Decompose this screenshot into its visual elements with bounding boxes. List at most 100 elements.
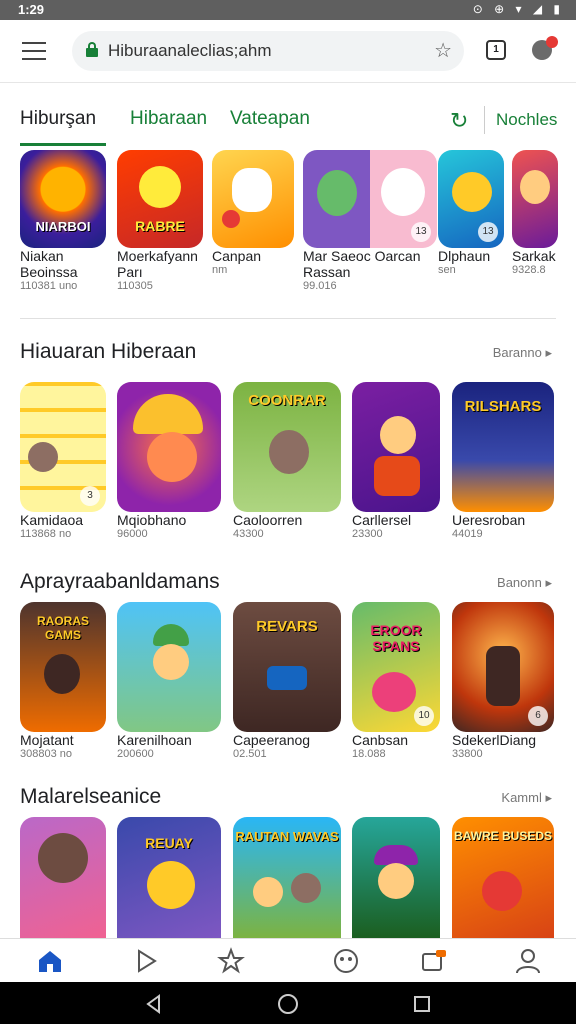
profile-avatar[interactable] xyxy=(532,36,558,60)
address-bar[interactable]: Hiburaanaleclias;ahm ☆ xyxy=(72,31,464,71)
app-icon[interactable]: 6 xyxy=(452,602,554,732)
app-meta: 33800 xyxy=(452,748,483,760)
app-icon[interactable]: 13 xyxy=(303,150,437,248)
app-card[interactable]: NIARBOI Niakan Beoinssa 110381 uno xyxy=(20,150,106,292)
app-meta: 113868 no xyxy=(20,528,72,540)
character-face xyxy=(232,168,272,212)
game-controller-icon[interactable] xyxy=(332,947,360,975)
app-icon[interactable]: RABRE xyxy=(117,150,203,248)
app-subname: Parı xyxy=(117,264,143,280)
app-subname: Rassan xyxy=(303,264,351,280)
app-icon[interactable]: BAWRE BUSEDS xyxy=(452,817,554,938)
hat-shape xyxy=(153,624,189,646)
star-icon[interactable] xyxy=(217,947,245,975)
app-icon[interactable] xyxy=(352,817,440,938)
app-card[interactable]: 13 Mar Saeoc Oarcan Rassan 99.016 xyxy=(303,150,437,292)
app-meta: 9328.8 xyxy=(512,264,546,276)
section-more-link[interactable]: Banonn ▸ xyxy=(497,575,552,591)
app-card[interactable]: COONRAR Caoloorren 43300 xyxy=(233,382,341,540)
app-name: Kamidaoa xyxy=(20,512,84,528)
app-icon[interactable] xyxy=(512,150,558,248)
app-card[interactable]: REUAY xyxy=(117,817,221,938)
home-icon[interactable] xyxy=(36,947,64,975)
app-icon[interactable]: RILSHARS xyxy=(452,382,554,512)
app-meta: 18.088 xyxy=(352,748,386,760)
section-more-link[interactable]: Kamml ▸ xyxy=(501,790,552,806)
app-subname: Beoinssa xyxy=(20,264,78,280)
app-card[interactable] xyxy=(20,817,106,938)
app-icon[interactable]: NIARBOI xyxy=(20,150,106,248)
app-meta: 02.501 xyxy=(233,748,267,760)
app-icon[interactable]: RAUTAN WAVAS xyxy=(233,817,341,938)
app-card[interactable]: Mqiobhano 96000 xyxy=(117,382,221,540)
app-name: Canpan xyxy=(212,248,262,264)
account-icon[interactable] xyxy=(514,947,542,975)
app-icon[interactable]: EROOR SPANS 10 xyxy=(352,602,440,732)
system-navigation-bar xyxy=(0,982,576,1024)
app-card[interactable]: BAWRE BUSEDS xyxy=(452,817,554,938)
tab-hibursan[interactable]: Hiburşan xyxy=(20,108,96,130)
app-icon[interactable]: 3 xyxy=(20,382,106,512)
tab-nochles[interactable]: Nochles xyxy=(496,110,557,130)
app-card[interactable]: Sarkak 9328.8 xyxy=(512,150,558,276)
app-card[interactable]: 13 Dlphaun sen xyxy=(438,150,504,276)
rating-badge: 3 xyxy=(80,486,100,506)
tab-vateapan[interactable]: Vateapan xyxy=(230,108,310,130)
menu-icon[interactable] xyxy=(22,42,46,60)
home-button-icon[interactable] xyxy=(277,993,299,1020)
app-meta: 200600 xyxy=(117,748,154,760)
section-more-link[interactable]: Baranno ▸ xyxy=(493,345,552,361)
app-meta: 23300 xyxy=(352,528,383,540)
character-face xyxy=(147,432,197,482)
app-name: Ueresroban xyxy=(452,512,526,528)
bookmark-star-icon[interactable]: ☆ xyxy=(434,38,452,63)
app-meta: 44019 xyxy=(452,528,483,540)
app-icon[interactable] xyxy=(352,382,440,512)
app-meta: 43300 xyxy=(233,528,264,540)
tab-hibaraan[interactable]: Hibaraan xyxy=(130,108,207,130)
app-icon[interactable]: 13 xyxy=(438,150,504,248)
tab-switcher-button[interactable]: 1 xyxy=(486,40,506,60)
app-card[interactable]: RABRE Moerkafyann Parı 110305 xyxy=(117,150,203,292)
car-shape xyxy=(267,666,307,690)
character-face xyxy=(378,863,414,899)
app-meta: sen xyxy=(438,264,456,276)
app-card[interactable]: RILSHARS Ueresroban 44019 xyxy=(452,382,554,540)
url-text[interactable]: Hiburaanaleclias;ahm xyxy=(108,41,271,61)
app-card[interactable]: Karenilhoan 200600 xyxy=(117,602,221,760)
app-card[interactable] xyxy=(352,817,440,938)
app-card[interactable]: EROOR SPANS 10 Canbsan 18.088 xyxy=(352,602,440,760)
section-title: Malarelseanice xyxy=(20,785,162,808)
refresh-icon[interactable]: ↻ xyxy=(450,108,468,134)
back-icon[interactable] xyxy=(144,994,164,1019)
app-card[interactable]: REVARS Capeeranog 02.501 xyxy=(233,602,341,760)
app-card[interactable]: RAORAS GAMS Mojatant 308803 no xyxy=(20,602,106,760)
app-icon[interactable] xyxy=(117,382,221,512)
character-face xyxy=(482,871,522,911)
app-card[interactable]: 3 Kamidaoa 113868 no xyxy=(20,382,106,540)
app-icon[interactable]: REVARS xyxy=(233,602,341,732)
character-face xyxy=(381,168,425,216)
app-icon-text: RABRE xyxy=(135,218,185,234)
app-card[interactable]: RAUTAN WAVAS xyxy=(233,817,341,938)
app-card[interactable]: Carllersel 23300 xyxy=(352,382,440,540)
play-icon[interactable] xyxy=(132,947,160,975)
app-icon[interactable] xyxy=(20,817,106,938)
app-icon-text: REUAY xyxy=(145,835,193,851)
status-bar: 1:29 ⊙ ⊕ ▾ ◢ ▮ xyxy=(0,0,576,20)
app-icon[interactable]: COONRAR xyxy=(233,382,341,512)
app-meta: 110381 uno xyxy=(20,280,78,292)
app-icon[interactable]: REUAY xyxy=(117,817,221,938)
app-icon[interactable] xyxy=(212,150,294,248)
app-card[interactable]: 6 SdekerlDiang 33800 xyxy=(452,602,554,760)
character-face xyxy=(153,644,189,680)
library-icon[interactable] xyxy=(420,947,448,975)
app-card[interactable]: Canpan nm xyxy=(212,150,294,276)
app-icon[interactable]: RAORAS GAMS xyxy=(20,602,106,732)
section-title: Aprayraabanldamans xyxy=(20,570,220,593)
app-name: Capeeranog xyxy=(233,732,311,748)
app-icon-text: COONRAR xyxy=(248,392,326,409)
section-title: Hiauaran Hiberaan xyxy=(20,340,197,363)
app-icon[interactable] xyxy=(117,602,221,732)
recents-icon[interactable] xyxy=(412,994,432,1019)
